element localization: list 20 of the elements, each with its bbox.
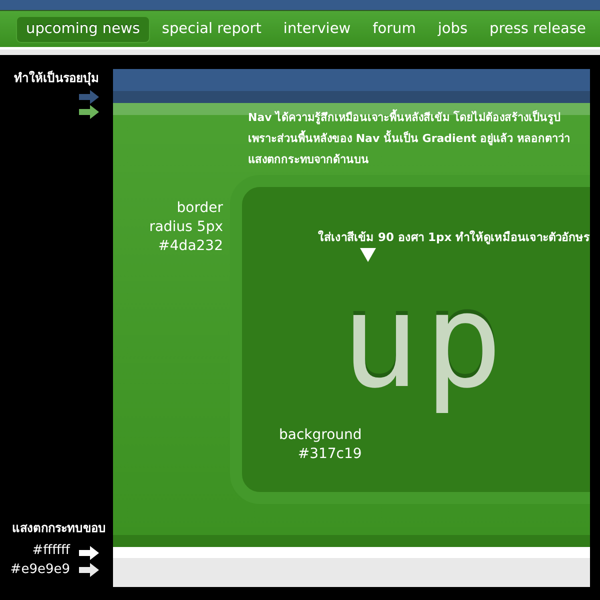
color-code: #e9e9e9 (10, 562, 70, 577)
pointer-icon (360, 248, 376, 262)
nav-tab[interactable]: upcoming news (16, 16, 150, 42)
nav-tab[interactable]: interview (273, 16, 361, 42)
nav-tab[interactable]: forum (362, 16, 426, 42)
nav-tab[interactable]: press release (480, 16, 596, 42)
nav-tab[interactable]: special report (152, 16, 272, 42)
description: Nav ได้ความรู้สึกเหมือนเจาะพื้นหลังสีเข้ม โดยไม่ต้องสร้างเป็นรูป เพราะส่วนพื้นหลังของ Nav นั้นเป็น Gradient อยู่แล้ว หลอกตาว่า แสงตกกระทบจากด้านบน (248, 108, 572, 168)
arrow-icon (79, 90, 99, 104)
annotation: border radius 5px #4da232 (149, 199, 223, 256)
arrow-icon (79, 563, 99, 577)
color-code: #ffffff (32, 543, 70, 558)
arrow-icon (79, 105, 99, 119)
magnified-text: up (341, 265, 508, 418)
arrow-icon (79, 546, 99, 560)
annotation: แสงตกกระทบขอบ (12, 520, 106, 537)
annotation: ทำให้เป็นรอยบุ๋ม (14, 70, 99, 87)
annotation: ใส่เงาสีเข้ม 90 องศา 1px ทำให้ดูเหมือนเจาะตัวอักษร (318, 229, 590, 246)
annotation: background #317c19 (279, 426, 362, 464)
nav-tab[interactable]: jobs (428, 16, 478, 42)
